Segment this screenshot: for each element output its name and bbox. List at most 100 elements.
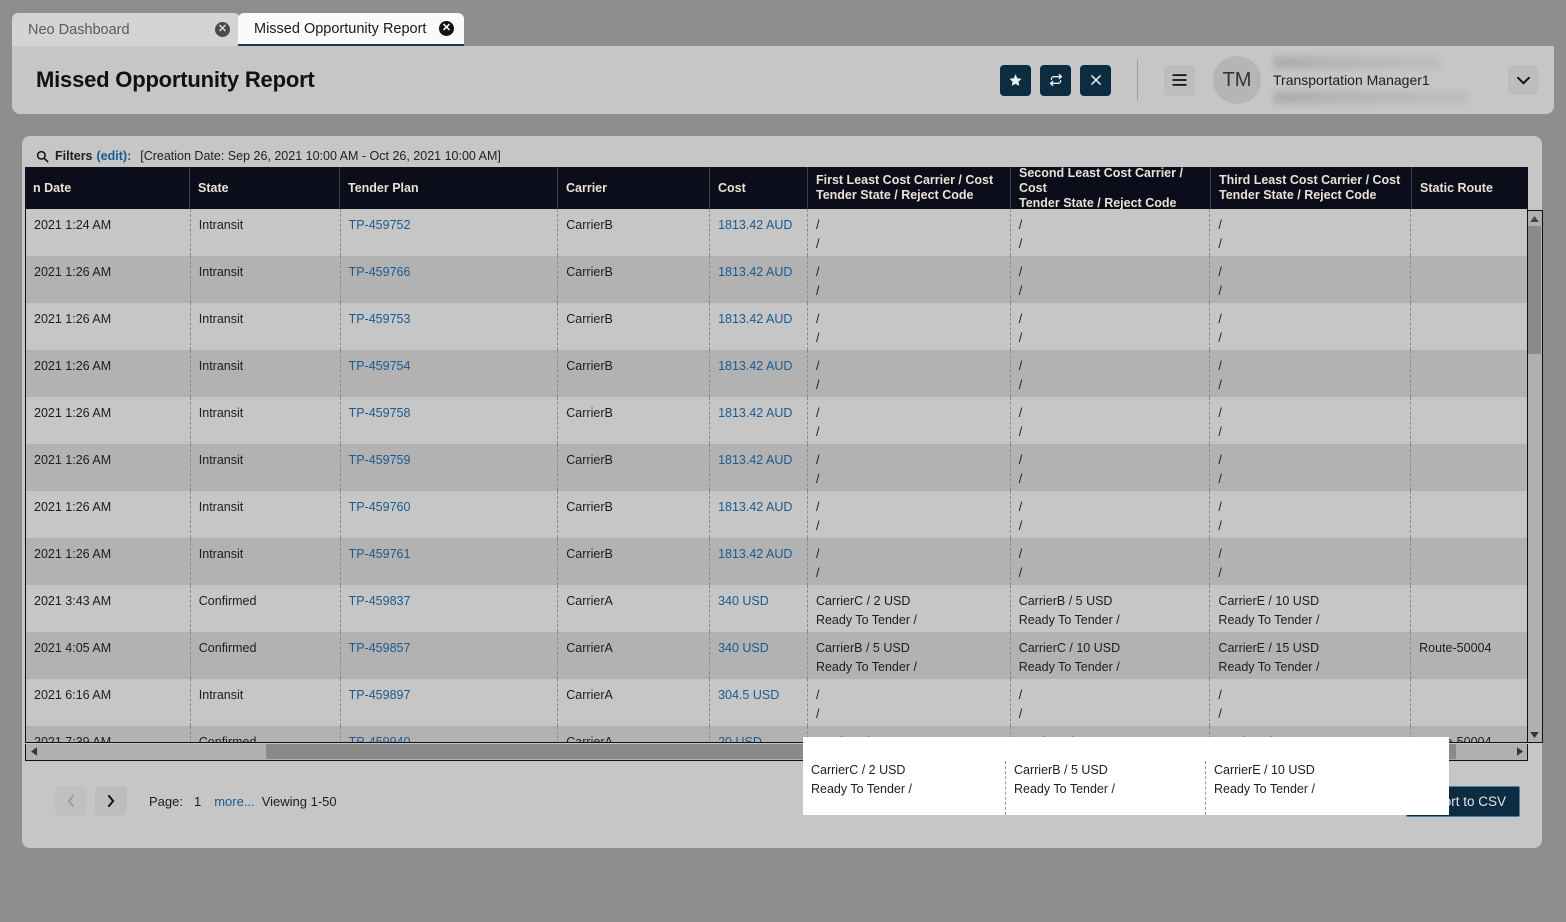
cell-tender-plan-link[interactable]: TP-459857 bbox=[349, 641, 411, 655]
cell-tender-plan-link[interactable]: TP-459753 bbox=[349, 312, 411, 326]
cell-tender-plan[interactable]: TP-459837 bbox=[341, 585, 559, 632]
cell-cost[interactable]: 304.5 USD bbox=[710, 679, 808, 726]
cell-cost-link[interactable]: 20 USD bbox=[718, 735, 762, 743]
cell-tender-plan-link[interactable]: TP-459766 bbox=[349, 265, 411, 279]
column-header-cost[interactable]: Cost bbox=[710, 167, 808, 209]
tab-neo-dashboard[interactable]: Neo Dashboard ✕ bbox=[12, 13, 240, 46]
cell-cost-link[interactable]: 340 USD bbox=[718, 594, 769, 608]
cell-cost[interactable]: 1813.42 AUD bbox=[710, 491, 808, 538]
cell-tender-plan[interactable]: TP-459940 bbox=[341, 726, 559, 743]
horizontal-scroll-thumb[interactable] bbox=[266, 744, 1456, 759]
cell-tender-plan-link[interactable]: TP-459752 bbox=[349, 218, 411, 232]
cell-tender-plan-link[interactable]: TP-459760 bbox=[349, 500, 411, 514]
cell-cost[interactable]: 340 USD bbox=[710, 585, 808, 632]
cell-tender-plan-link[interactable]: TP-459897 bbox=[349, 688, 411, 702]
cell-state: Intransit bbox=[191, 444, 341, 491]
scroll-up-button[interactable] bbox=[1528, 211, 1541, 226]
table-row[interactable]: 2021 3:43 AMConfirmedTP-459837CarrierA34… bbox=[26, 585, 1527, 632]
table-row[interactable]: 2021 7:39 AMConfirmedTP-459940CarrierA20… bbox=[26, 726, 1527, 743]
cell-tender-plan[interactable]: TP-459753 bbox=[341, 303, 559, 350]
table-row[interactable]: 2021 1:26 AMIntransitTP-459759CarrierB18… bbox=[26, 444, 1527, 491]
tab-close-icon[interactable]: ✕ bbox=[215, 22, 230, 37]
table-row[interactable]: 2021 1:26 AMIntransitTP-459758CarrierB18… bbox=[26, 397, 1527, 444]
table-row[interactable]: 2021 4:05 AMConfirmedTP-459857CarrierA34… bbox=[26, 632, 1527, 679]
cell-tender-plan-link[interactable]: TP-459754 bbox=[349, 359, 411, 373]
cell-tender-plan[interactable]: TP-459754 bbox=[341, 350, 559, 397]
table-row[interactable]: 2021 1:26 AMIntransitTP-459766CarrierB18… bbox=[26, 256, 1527, 303]
cell-cost-link[interactable]: 1813.42 AUD bbox=[718, 312, 792, 326]
table-row[interactable]: 2021 6:16 AMIntransitTP-459897CarrierA30… bbox=[26, 679, 1527, 726]
cell-static-route: Route-50004 bbox=[1411, 726, 1527, 743]
column-header-first-least-cost[interactable]: First Least Cost Carrier / CostTender St… bbox=[808, 167, 1011, 209]
cell-tender-plan[interactable]: TP-459758 bbox=[341, 397, 559, 444]
cell-tender-plan-link[interactable]: TP-459759 bbox=[349, 453, 411, 467]
cell-tender-plan[interactable]: TP-459759 bbox=[341, 444, 559, 491]
cell-static-route bbox=[1411, 350, 1527, 397]
cell-tender-plan-link[interactable]: TP-459758 bbox=[349, 406, 411, 420]
cell-cost-link[interactable]: 304.5 USD bbox=[718, 688, 779, 702]
table-row[interactable]: 2021 1:26 AMIntransitTP-459761CarrierB18… bbox=[26, 538, 1527, 585]
favorite-button[interactable] bbox=[1000, 65, 1031, 96]
cell-cost[interactable]: 1813.42 AUD bbox=[710, 350, 808, 397]
tab-close-icon[interactable]: ✕ bbox=[439, 21, 454, 36]
cell-tender-plan[interactable]: TP-459752 bbox=[341, 209, 559, 256]
cell-tender-plan[interactable]: TP-459897 bbox=[341, 679, 559, 726]
page-number[interactable]: 1 bbox=[194, 794, 201, 809]
column-header-second-least-cost[interactable]: Second Least Cost Carrier / CostTender S… bbox=[1011, 167, 1211, 209]
cell-first-least-cost: // bbox=[808, 350, 1011, 397]
cell-cost[interactable]: 1813.42 AUD bbox=[710, 256, 808, 303]
table-row[interactable]: 2021 1:24 AMIntransitTP-459752CarrierB18… bbox=[26, 209, 1527, 256]
column-header-tender-plan[interactable]: Tender Plan bbox=[340, 167, 558, 209]
cell-cost-link[interactable]: 1813.42 AUD bbox=[718, 359, 792, 373]
cell-cost[interactable]: 1813.42 AUD bbox=[710, 538, 808, 585]
refresh-button[interactable] bbox=[1040, 65, 1071, 96]
table-row[interactable]: 2021 1:26 AMIntransitTP-459754CarrierB18… bbox=[26, 350, 1527, 397]
cell-cost[interactable]: 20 USD bbox=[710, 726, 808, 743]
cell-tender-plan-link[interactable]: TP-459837 bbox=[349, 594, 411, 608]
column-header-static-route[interactable]: Static Route bbox=[1412, 167, 1528, 209]
table-row[interactable]: 2021 1:26 AMIntransitTP-459760CarrierB18… bbox=[26, 491, 1527, 538]
cell-cost-link[interactable]: 1813.42 AUD bbox=[718, 218, 792, 232]
column-header-carrier[interactable]: Carrier bbox=[558, 167, 710, 209]
cell-cost[interactable]: 1813.42 AUD bbox=[710, 444, 808, 491]
table-horizontal-scrollbar[interactable] bbox=[25, 744, 1528, 761]
cell-tender-plan-link[interactable]: TP-459761 bbox=[349, 547, 411, 561]
column-header-state[interactable]: State bbox=[190, 167, 340, 209]
cell-tender-plan[interactable]: TP-459766 bbox=[341, 256, 559, 303]
hamburger-menu-button[interactable] bbox=[1164, 65, 1195, 96]
scroll-left-button[interactable] bbox=[26, 744, 41, 759]
scroll-right-button[interactable] bbox=[1512, 744, 1527, 759]
cell-cost-link[interactable]: 1813.42 AUD bbox=[718, 547, 792, 561]
cell-tender-plan[interactable]: TP-459761 bbox=[341, 538, 559, 585]
previous-page-button[interactable] bbox=[55, 786, 87, 816]
export-to-csv-button[interactable]: Export to CSV bbox=[1406, 786, 1520, 817]
column-header-creation-date[interactable]: n Date bbox=[25, 167, 190, 209]
cell-tender-plan[interactable]: TP-459760 bbox=[341, 491, 559, 538]
cell-tender-plan[interactable]: TP-459857 bbox=[341, 632, 559, 679]
cell-third-least-cost: // bbox=[1210, 491, 1411, 538]
tab-missed-opportunity-report[interactable]: Missed Opportunity Report ✕ bbox=[238, 13, 464, 47]
cell-cost-link[interactable]: 1813.42 AUD bbox=[718, 500, 792, 514]
cell-second-least-cost: // bbox=[1011, 397, 1211, 444]
user-menu-button[interactable] bbox=[1508, 65, 1538, 95]
cell-tender-plan-link[interactable]: TP-459940 bbox=[349, 735, 411, 743]
cell-cost[interactable]: 340 USD bbox=[710, 632, 808, 679]
table-row[interactable]: 2021 1:26 AMIntransitTP-459753CarrierB18… bbox=[26, 303, 1527, 350]
column-header-third-least-cost[interactable]: Third Least Cost Carrier / CostTender St… bbox=[1211, 167, 1412, 209]
cell-cost[interactable]: 1813.42 AUD bbox=[710, 209, 808, 256]
cell-cost-link[interactable]: 1813.42 AUD bbox=[718, 265, 792, 279]
table-vertical-scrollbar[interactable] bbox=[1528, 210, 1543, 743]
cell-cost-link[interactable]: 340 USD bbox=[718, 641, 769, 655]
close-report-button[interactable] bbox=[1080, 65, 1111, 96]
more-pages-link[interactable]: more... bbox=[214, 794, 254, 809]
next-page-button[interactable] bbox=[95, 786, 127, 816]
scroll-down-button[interactable] bbox=[1528, 727, 1541, 742]
cell-cost-link[interactable]: 1813.42 AUD bbox=[718, 453, 792, 467]
vertical-scroll-thumb[interactable] bbox=[1528, 226, 1541, 354]
cell-cost[interactable]: 1813.42 AUD bbox=[710, 397, 808, 444]
cell-cost-link[interactable]: 1813.42 AUD bbox=[718, 406, 792, 420]
cell-state: Intransit bbox=[191, 303, 341, 350]
cell-cost[interactable]: 1813.42 AUD bbox=[710, 303, 808, 350]
table-body[interactable]: 2021 1:24 AMIntransitTP-459752CarrierB18… bbox=[25, 209, 1528, 743]
filters-edit-link[interactable]: (edit): bbox=[97, 149, 132, 163]
